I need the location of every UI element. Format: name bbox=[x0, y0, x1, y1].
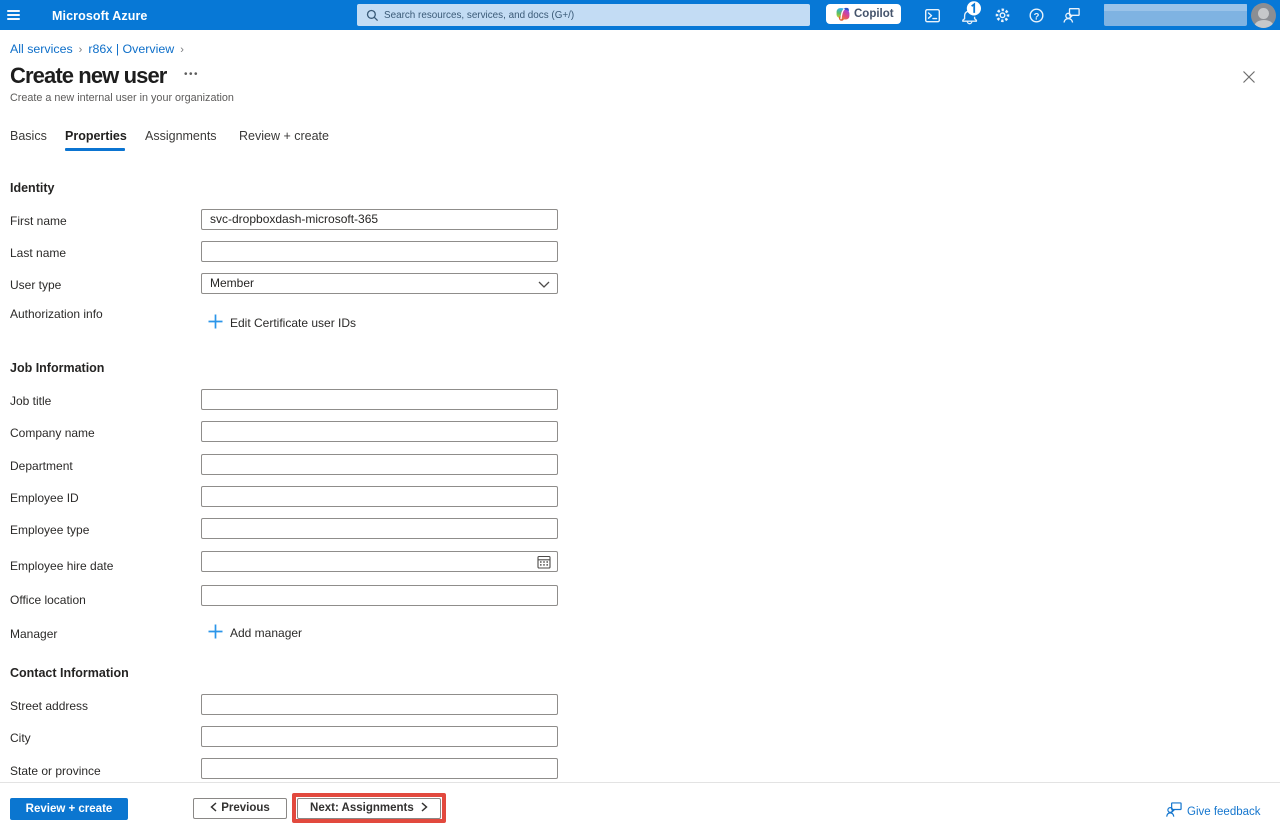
svg-text:?: ? bbox=[1034, 11, 1040, 22]
